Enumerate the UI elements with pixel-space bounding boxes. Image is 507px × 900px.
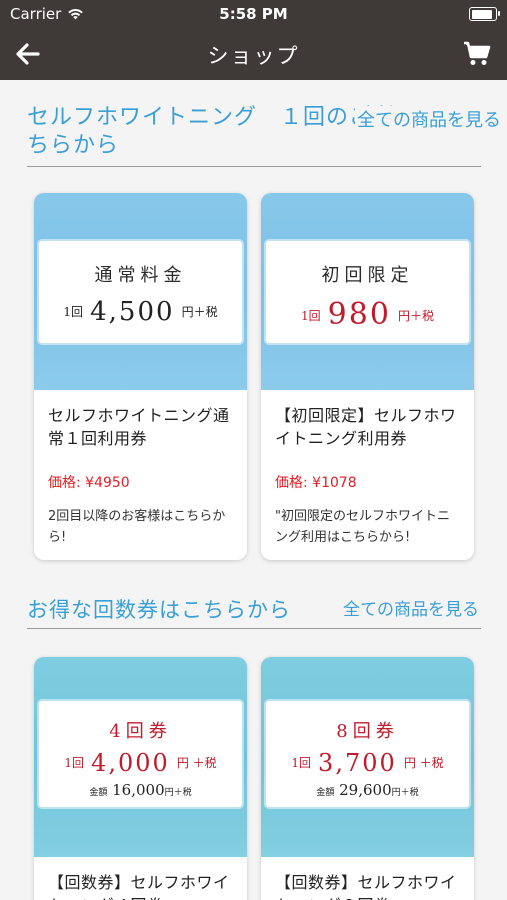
total-amount: 29,600 (339, 781, 392, 799)
view-all-link[interactable]: 全ての商品を見る (355, 106, 501, 132)
banner-amount: 4,000 (91, 749, 170, 777)
product-info: 【回数券】セルフホワイトニング８回券 (261, 857, 474, 900)
view-all-link[interactable]: 全ての商品を見る (343, 595, 479, 620)
total-label: 金額 (89, 788, 108, 798)
banner-price: 1回 980 円＋税 (266, 297, 469, 332)
banner-plan: 通常料金 (94, 265, 187, 286)
banner-amount: 3,700 (318, 749, 397, 777)
product-price: 価格: ¥4950 (48, 475, 130, 491)
battery-icon (469, 7, 500, 21)
product-info: 【回数券】セルフホワイトニング４回券 (34, 857, 247, 900)
banner-total: 金額 29,600円＋税 (266, 781, 469, 799)
product-name: 【初回限定】セルフホワイトニング利用券 (275, 406, 457, 448)
banner-panel: 通常料金 1回 4,500 円＋税 (39, 241, 242, 343)
battery-level (471, 9, 493, 19)
product-card[interactable]: 初回限定 1回 980 円＋税 【初回限定】セルフホワイトニング利用券 価格: … (261, 193, 474, 560)
product-name: セルフホワイトニング通常１回利用券 (48, 406, 230, 448)
banner-amount: 4,500 (90, 297, 175, 327)
product-card[interactable]: 通常料金 1回 4,500 円＋税 セルフホワイトニング通常１回利用券 価格: … (34, 193, 247, 560)
total-label: 金額 (316, 788, 335, 798)
banner-suffix: 円＋税 (181, 305, 218, 319)
banner-panel: 8回券 1回 3,700 円 ＋税 金額 29,600円＋税 (266, 701, 469, 807)
banner-price: 1回 4,000 円 ＋税 (39, 749, 242, 777)
product-description: 2回目以降のお客様はこちらから! (48, 509, 226, 545)
product-banner: 8回券 1回 3,700 円 ＋税 金額 29,600円＋税 (261, 657, 474, 857)
banner-plan: 4回券 (101, 717, 181, 744)
banner-price: 1回 3,700 円 ＋税 (266, 749, 469, 777)
total-suffix: 円＋税 (391, 788, 419, 798)
banner-per: 1回 (63, 305, 83, 319)
banner-panel: 初回限定 1回 980 円＋税 (266, 241, 469, 343)
banner-suffix: 円 ＋税 (403, 756, 444, 770)
cart-button[interactable] (459, 38, 495, 70)
banner-amount: 980 (327, 297, 391, 332)
banner-plan: 8回券 (328, 717, 408, 744)
total-amount: 16,000 (112, 781, 165, 799)
banner-suffix: 円＋税 (398, 309, 435, 323)
product-banner: 4回券 1回 4,000 円 ＋税 金額 16,000円＋税 (34, 657, 247, 857)
banner-per: 1回 (291, 756, 311, 770)
nav-bar: ショップ (0, 28, 507, 80)
banner-panel: 4回券 1回 4,000 円 ＋税 金額 16,000円＋税 (39, 701, 242, 807)
banner-suffix: 円 ＋税 (176, 756, 217, 770)
product-name: 【回数券】セルフホワイトニング４回券 (48, 873, 230, 900)
product-name: 【回数券】セルフホワイトニング８回券 (275, 873, 457, 900)
total-suffix: 円＋税 (164, 788, 192, 798)
product-banner: 通常料金 1回 4,500 円＋税 (34, 193, 247, 390)
product-card[interactable]: 4回券 1回 4,000 円 ＋税 金額 16,000円＋税 【回数券】セルフホ… (34, 657, 247, 900)
status-bar: Carrier 5:58 PM (0, 0, 507, 28)
banner-plan: 初回限定 (313, 261, 422, 288)
banner-price: 1回 4,500 円＋税 (39, 297, 242, 327)
banner-per: 1回 (300, 309, 321, 323)
cart-icon (464, 41, 491, 65)
product-card[interactable]: 8回券 1回 3,700 円 ＋税 金額 29,600円＋税 【回数券】セルフホ… (261, 657, 474, 900)
section-header-self-whitening: セルフホワイトニング １回のご利用はこちらから 全ての商品を見る (27, 104, 501, 167)
product-info: 【初回限定】セルフホワイトニング利用券 価格: ¥1078 "初回限定のセルフホ… (261, 390, 474, 560)
section-title: お得な回数券はこちらから (27, 598, 291, 622)
product-description: "初回限定のセルフホワイトニング利用はこちらから! (275, 509, 450, 545)
shop-content[interactable]: セルフホワイトニング １回のご利用はこちらから 全ての商品を見る 通常料金 1回… (0, 80, 507, 900)
status-time: 5:58 PM (219, 5, 288, 23)
banner-total: 金額 16,000円＋税 (39, 781, 242, 799)
product-info: セルフホワイトニング通常１回利用券 価格: ¥4950 2回目以降のお客様はこち… (34, 390, 247, 560)
page-title: ショップ (207, 44, 300, 68)
product-price: 価格: ¥1078 (275, 475, 357, 491)
banner-per: 1回 (64, 756, 84, 770)
product-banner: 初回限定 1回 980 円＋税 (261, 193, 474, 390)
section-header-tickets: お得な回数券はこちらから 全ての商品を見る (27, 592, 481, 629)
